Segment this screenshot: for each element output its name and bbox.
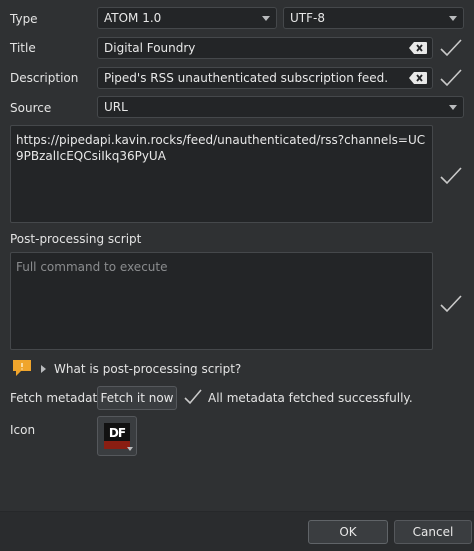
lightbulb-hint-icon <box>13 360 31 376</box>
clear-icon[interactable] <box>409 72 427 84</box>
fetch-now-button[interactable]: Fetch it now <box>97 386 177 410</box>
check-icon <box>440 167 462 185</box>
clear-icon[interactable] <box>409 42 427 54</box>
post-processing-placeholder: Full command to execute <box>16 260 168 274</box>
type-format-select[interactable]: ATOM 1.0 <box>97 7 277 29</box>
source-type-value: URL <box>104 100 128 114</box>
check-icon <box>184 389 202 405</box>
fetch-status-text: All metadata fetched successfully. <box>208 391 413 405</box>
description-value: Piped's RSS unauthenticated subscription… <box>104 71 389 85</box>
source-url-textarea[interactable]: https://pipedapi.kavin.rocks/feed/unauth… <box>10 125 433 223</box>
check-icon <box>440 69 462 87</box>
encoding-value: UTF-8 <box>290 11 325 25</box>
source-label: Source <box>10 101 52 115</box>
feed-favicon-glyph: DF <box>108 426 126 440</box>
dialog-footer: OK Cancel <box>0 511 474 551</box>
description-label: Description <box>10 71 79 85</box>
cancel-button[interactable]: Cancel <box>394 520 472 544</box>
source-url-value: https://pipedapi.kavin.rocks/feed/unauth… <box>16 133 426 163</box>
title-label: Title <box>10 41 36 55</box>
source-type-select[interactable]: URL <box>97 96 464 118</box>
chevron-down-icon <box>449 105 457 110</box>
post-processing-textarea[interactable]: Full command to execute <box>10 252 433 350</box>
encoding-select[interactable]: UTF-8 <box>283 7 464 29</box>
check-icon <box>440 295 462 313</box>
title-input[interactable]: Digital Foundry <box>97 37 433 59</box>
check-icon <box>440 39 462 57</box>
chevron-down-icon <box>127 447 133 451</box>
description-input[interactable]: Piped's RSS unauthenticated subscription… <box>97 67 433 89</box>
type-format-value: ATOM 1.0 <box>104 11 162 25</box>
post-processing-label: Post-processing script <box>10 232 142 246</box>
chevron-right-icon[interactable] <box>40 364 48 374</box>
feed-icon-button[interactable]: DF <box>97 416 137 456</box>
type-label: Type <box>10 12 38 26</box>
fetch-metadata-label: Fetch metadata <box>10 391 105 405</box>
title-value: Digital Foundry <box>104 41 196 55</box>
post-processing-help-link[interactable]: What is post-processing script? <box>54 362 241 376</box>
chevron-down-icon <box>449 16 457 21</box>
chevron-down-icon <box>262 16 270 21</box>
feed-favicon: DF <box>104 423 130 449</box>
ok-button[interactable]: OK <box>308 520 388 544</box>
icon-label: Icon <box>10 423 36 437</box>
